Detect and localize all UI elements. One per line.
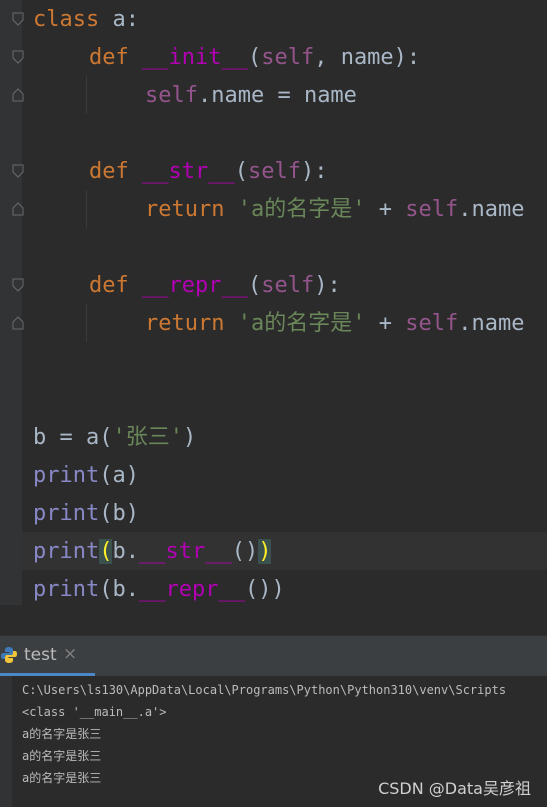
method-name: __init__ bbox=[142, 45, 248, 70]
console-line: a的名字是张三 bbox=[22, 749, 102, 763]
operator: + bbox=[365, 311, 406, 336]
run-tool-window-header: test × bbox=[0, 635, 547, 676]
paren: ( bbox=[247, 273, 262, 298]
builtin-function: print bbox=[33, 539, 100, 564]
matched-bracket: ( bbox=[99, 539, 113, 564]
attribute: .name bbox=[458, 311, 525, 336]
fold-close-icon[interactable] bbox=[12, 316, 24, 330]
code-line[interactable]: print(b.__repr__()) bbox=[33, 571, 285, 605]
code-line[interactable]: class a: bbox=[33, 1, 139, 39]
code-line[interactable]: def __init__(self, name): bbox=[89, 39, 420, 77]
self-keyword: self bbox=[405, 197, 459, 222]
indent-guide bbox=[86, 76, 87, 114]
method-name: __str__ bbox=[142, 159, 235, 184]
call-parens: ()) bbox=[244, 577, 285, 602]
operator: + bbox=[365, 197, 406, 222]
self-keyword: self bbox=[247, 159, 301, 184]
watermark: CSDN @Data吴彦祖 bbox=[378, 779, 531, 798]
self-keyword: self bbox=[145, 83, 198, 108]
method-name: __repr__ bbox=[138, 577, 245, 602]
call-args: (a) bbox=[99, 463, 139, 488]
indent-guide bbox=[86, 190, 87, 228]
assignment: .name = name bbox=[197, 83, 357, 108]
keyword: def bbox=[89, 273, 129, 298]
indent-guide bbox=[86, 304, 87, 342]
fold-open-icon[interactable] bbox=[12, 12, 24, 26]
params: ): bbox=[300, 159, 328, 184]
code-editor[interactable]: class a: def __init__(self, name): self.… bbox=[0, 0, 547, 605]
builtin-function: print bbox=[33, 501, 100, 526]
code-line[interactable]: print(a) bbox=[33, 457, 139, 495]
call-args: (b) bbox=[99, 501, 139, 526]
code-line[interactable]: def __repr__(self): bbox=[89, 267, 341, 305]
class-name: a: bbox=[112, 7, 139, 32]
paren: ( bbox=[234, 159, 248, 184]
fold-open-icon[interactable] bbox=[12, 278, 24, 292]
attribute: .name bbox=[458, 197, 525, 222]
self-keyword: self bbox=[405, 311, 459, 336]
assignment: b = a( bbox=[33, 425, 113, 450]
self-keyword: self bbox=[261, 45, 315, 70]
method-name: __str__ bbox=[138, 539, 232, 564]
code-line[interactable]: print(b.__str__()) bbox=[33, 533, 272, 571]
console-line: a的名字是张三 bbox=[22, 727, 102, 741]
tab-label: test bbox=[24, 645, 57, 665]
keyword: return bbox=[145, 197, 225, 222]
method-name: __repr__ bbox=[142, 273, 248, 298]
self-keyword: self bbox=[261, 273, 315, 298]
object-ref: (b. bbox=[99, 577, 139, 602]
matched-bracket: ) bbox=[258, 539, 272, 564]
code-line[interactable]: def __str__(self): bbox=[89, 153, 327, 191]
close-icon[interactable]: × bbox=[63, 644, 77, 664]
fold-close-icon[interactable] bbox=[12, 88, 24, 102]
console-line: a的名字是张三 bbox=[22, 771, 102, 785]
console-line: C:\Users\ls130\AppData\Local\Programs\Py… bbox=[22, 683, 507, 697]
run-tab[interactable]: test × bbox=[0, 636, 95, 676]
code-line[interactable]: b = a('张三') bbox=[33, 419, 196, 457]
fold-open-icon[interactable] bbox=[12, 164, 24, 178]
code-line[interactable]: return 'a的名字是' + self.name bbox=[145, 191, 524, 229]
code-line[interactable]: print(b) bbox=[33, 495, 139, 533]
string-literal: 'a的名字是' bbox=[237, 311, 366, 336]
code-line[interactable]: self.name = name bbox=[145, 77, 357, 115]
params: ): bbox=[314, 273, 341, 298]
string-literal: 'a的名字是' bbox=[237, 197, 366, 222]
object-ref: b. bbox=[112, 539, 139, 564]
builtin-function: print bbox=[33, 463, 100, 488]
keyword: def bbox=[89, 159, 129, 184]
keyword: return bbox=[145, 311, 225, 336]
paren: ) bbox=[182, 425, 197, 450]
paren: ( bbox=[247, 45, 262, 70]
string-literal: '张三' bbox=[112, 425, 183, 450]
keyword: def bbox=[89, 45, 129, 70]
builtin-function: print bbox=[33, 577, 100, 602]
params: , name): bbox=[314, 45, 421, 70]
python-icon bbox=[0, 646, 18, 668]
console-line: <class '__main__.a'> bbox=[22, 705, 167, 719]
code-line[interactable]: return 'a的名字是' + self.name bbox=[145, 305, 524, 343]
call-parens: () bbox=[231, 539, 259, 564]
fold-close-icon[interactable] bbox=[12, 202, 24, 216]
keyword: class bbox=[33, 7, 100, 32]
fold-open-icon[interactable] bbox=[12, 50, 24, 64]
console-gutter bbox=[0, 676, 12, 807]
